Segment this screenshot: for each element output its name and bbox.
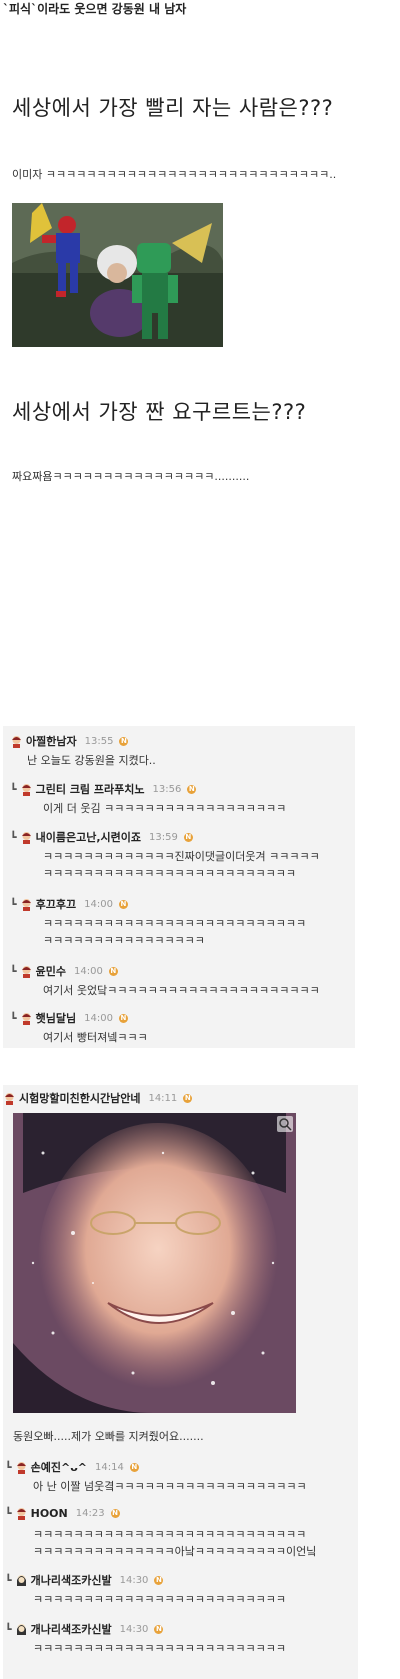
comment-time: 13:59 xyxy=(149,831,178,843)
comment-nick[interactable]: 개나리색조카신발 xyxy=(31,1572,112,1588)
avatar-icon xyxy=(21,1012,31,1025)
new-badge: N xyxy=(119,736,129,746)
comment-time: 14:23 xyxy=(75,1508,105,1519)
comment-nick[interactable]: 시험망할미친한시간남안네 xyxy=(19,1090,140,1106)
reply-arrow-icon: ┗ xyxy=(10,782,17,796)
answer-1: 이미자 ㅋㅋㅋㅋㅋㅋㅋㅋㅋㅋㅋㅋㅋㅋㅋㅋㅋㅋㅋㅋㅋㅋㅋㅋㅋㅋㅋㅋ.. xyxy=(12,168,337,181)
avatar-icon xyxy=(16,1574,26,1586)
new-badge: N xyxy=(154,1575,164,1585)
new-badge: N xyxy=(110,1509,120,1518)
comment-time: 14:30 xyxy=(119,1574,149,1586)
avatar-icon xyxy=(5,1092,14,1105)
comment-text: 여기서 웃었닼ㅋㅋㅋㅋㅋㅋㅋㅋㅋㅋㅋㅋㅋㅋㅋㅋㅋㅋㅋㅋㅋ xyxy=(43,984,320,997)
new-badge: N xyxy=(183,832,193,842)
new-badge: N xyxy=(108,966,118,976)
cartoon-illustration xyxy=(12,203,223,347)
reply-arrow-icon: ┗ xyxy=(5,1507,12,1520)
reply-arrow-icon: ┗ xyxy=(5,1573,12,1587)
comment-nick[interactable]: 윤민수 xyxy=(36,963,66,979)
comment-nick[interactable]: 내이름은고난,시련이죠 xyxy=(36,829,141,845)
comment-nick[interactable]: 후끄후끄 xyxy=(36,896,76,912)
reply-header: ┗ 그린티 크림 프라푸치노 13:56 N xyxy=(10,781,197,797)
reply-arrow-icon: ┗ xyxy=(10,830,17,844)
avatar-icon xyxy=(21,965,31,978)
question-2: 세상에서 가장 짠 요구르트는??? xyxy=(12,400,307,424)
sparkle-portrait xyxy=(13,1113,296,1413)
avatar-icon xyxy=(21,831,31,844)
comment-time: 14:14 xyxy=(94,1461,124,1473)
reply-header: ┗ 개나리색조카신발 14:30 N xyxy=(5,1572,164,1588)
comment-time: 13:55 xyxy=(84,735,114,747)
comment-nick[interactable]: 손예진^ᴗ^ xyxy=(31,1459,87,1475)
comment-text: 아 난 이짤 넘웃곀ㅋㅋㅋㅋㅋㅋㅋㅋㅋㅋㅋㅋㅋㅋㅋㅋㅋㅋㅋ xyxy=(33,1480,307,1493)
comment-text: 난 오늘도 강동원을 지켰다.. xyxy=(27,754,156,767)
comment-nick[interactable]: 아찔한남자 xyxy=(26,733,77,749)
comment-text: ㅋㅋㅋㅋㅋㅋㅋㅋㅋㅋㅋㅋㅋㅋㅋㅋ xyxy=(43,934,205,947)
avatar-icon xyxy=(21,783,31,796)
comment-time: 14:30 xyxy=(119,1623,149,1635)
avatar-icon xyxy=(16,1508,26,1520)
photo-caption: 동원오빠.....제가 오빠를 지켜줬어요....... xyxy=(13,1430,204,1443)
comment-text: ㅋㅋㅋㅋㅋㅋㅋㅋㅋㅋㅋㅋㅋㅋㅋㅋㅋㅋㅋㅋㅋㅋㅋㅋㅋ xyxy=(43,867,296,880)
avatar-icon xyxy=(16,1461,26,1474)
comment-header: 시험망할미친한시간남안네 14:11 N xyxy=(3,1090,193,1106)
comment-time: 14:00 xyxy=(74,965,103,977)
reply-arrow-icon: ┗ xyxy=(10,897,17,911)
reply-header: ┗ 내이름은고난,시련이죠 13:59 N xyxy=(10,829,193,845)
comment-text: ㅋㅋㅋㅋㅋㅋㅋㅋㅋㅋㅋㅋㅋㅋㅋㅋㅋㅋㅋㅋㅋㅋㅋㅋㅋ xyxy=(33,1593,286,1606)
reply-arrow-icon: ┗ xyxy=(5,1460,12,1474)
comment-text: ㅋㅋㅋㅋㅋㅋㅋㅋㅋㅋㅋㅋㅋㅋ아낰ㅋㅋㅋㅋㅋㅋㅋㅋㅋ이언닠 xyxy=(33,1545,317,1558)
reply-arrow-icon: ┗ xyxy=(5,1622,12,1636)
comment-text: 이게 더 웃김 ㅋㅋㅋㅋㅋㅋㅋㅋㅋㅋㅋㅋㅋㅋㅋㅋㅋㅋ xyxy=(43,802,287,815)
answer-2: 짜요짜욤ㅋㅋㅋㅋㅋㅋㅋㅋㅋㅋㅋㅋㅋㅋㅋㅋ.......... xyxy=(12,470,250,483)
new-badge: N xyxy=(118,899,128,909)
new-badge: N xyxy=(129,1462,139,1472)
comment-text: 여기서 빵터져넼ㅋㅋㅋ xyxy=(43,1031,148,1044)
comment-time: 13:56 xyxy=(152,783,182,795)
avatar-icon xyxy=(21,898,31,911)
comment-text: ㅋㅋㅋㅋㅋㅋㅋㅋㅋㅋㅋㅋㅋㅋㅋㅋㅋㅋㅋㅋㅋㅋㅋㅋㅋ xyxy=(33,1642,286,1655)
comment-photo[interactable] xyxy=(13,1113,296,1413)
magnifier-icon xyxy=(279,1118,292,1131)
comment-text: ㅋㅋㅋㅋㅋㅋㅋㅋㅋㅋㅋㅋㅋㅋㅋㅋㅋㅋㅋㅋㅋㅋㅋㅋㅋㅋㅋ xyxy=(33,1528,307,1541)
reply-arrow-icon: ┗ xyxy=(10,964,17,978)
new-badge: N xyxy=(183,1093,193,1103)
reply-header: ┗ 햇님달님 14:00 N xyxy=(10,1010,128,1026)
reply-header: ┗ 후끄후끄 14:00 N xyxy=(10,896,128,912)
new-badge: N xyxy=(154,1624,164,1634)
comment-text: ㅋㅋㅋㅋㅋㅋㅋㅋㅋㅋㅋㅋㅋ진짜이댓글이더웃겨 ㅋㅋㅋㅋㅋ xyxy=(43,850,320,863)
comment-header: 아찔한남자 13:55 N xyxy=(10,733,129,749)
comment-nick[interactable]: 개나리색조카신발 xyxy=(31,1621,112,1637)
zoom-icon[interactable] xyxy=(277,1116,293,1132)
new-badge: N xyxy=(187,784,197,794)
new-badge: N xyxy=(118,1013,128,1023)
comment-nick[interactable]: HOON xyxy=(31,1507,68,1520)
cartoon-image xyxy=(12,203,223,347)
comment-text: ㅋㅋㅋㅋㅋㅋㅋㅋㅋㅋㅋㅋㅋㅋㅋㅋㅋㅋㅋㅋㅋㅋㅋㅋㅋㅋ xyxy=(43,917,307,930)
question-1: 세상에서 가장 빨리 자는 사람은??? xyxy=(12,96,334,120)
comment-time: 14:00 xyxy=(84,1012,113,1024)
reply-header: ┗ 윤민수 14:00 N xyxy=(10,963,118,979)
reply-arrow-icon: ┗ xyxy=(10,1011,17,1025)
reply-header: ┗ 손예진^ᴗ^ 14:14 N xyxy=(5,1459,139,1475)
avatar-icon xyxy=(12,735,21,748)
reply-header: ┗ 개나리색조카신발 14:30 N xyxy=(5,1621,164,1637)
comment-nick[interactable]: 그린티 크림 프라푸치노 xyxy=(36,781,145,797)
comment-thread-1: 아찔한남자 13:55 N 난 오늘도 강동원을 지켰다.. ┗ 그린티 크림 … xyxy=(3,726,355,1048)
reply-header: ┗ HOON 14:23 N xyxy=(5,1507,120,1520)
post-title: `피식`이라도 웃으면 강동원 내 남자 xyxy=(3,2,187,16)
avatar-icon xyxy=(16,1623,26,1635)
comment-time: 14:00 xyxy=(84,898,113,910)
comment-time: 14:11 xyxy=(148,1092,178,1104)
comment-nick[interactable]: 햇님달님 xyxy=(36,1010,76,1026)
